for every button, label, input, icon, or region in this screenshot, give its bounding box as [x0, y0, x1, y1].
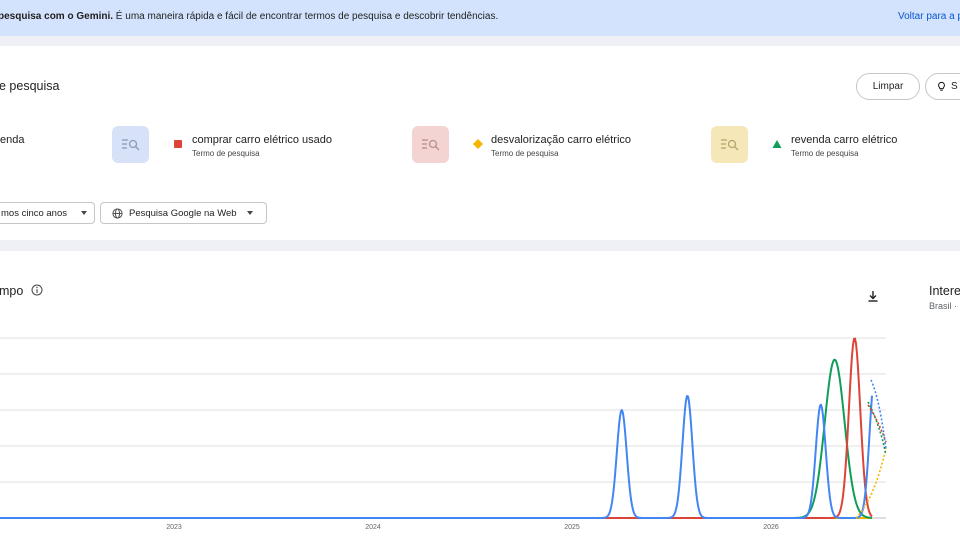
lightbulb-icon — [938, 81, 945, 91]
interest-chart: 2023 2024 2025 2026 — [0, 337, 887, 531]
term-type: Termo de pesquisa — [791, 149, 859, 158]
green-triangle-icon — [772, 140, 782, 148]
term-type: Termo de pesquisa — [192, 149, 260, 158]
series-line-1 — [0, 337, 873, 519]
download-icon[interactable] — [866, 289, 880, 303]
series-line-0 — [0, 395, 873, 519]
x-tick-label: 2024 — [365, 524, 381, 531]
search-list-icon — [122, 139, 140, 151]
search-list-icon — [422, 139, 440, 151]
x-tick-label: 2025 — [564, 524, 580, 531]
search-list-icon — [721, 139, 739, 151]
region-label: Brasil · — [929, 301, 958, 311]
term-label: revenda carro elétrico — [791, 134, 898, 146]
term-card-1[interactable]: enda — [0, 119, 158, 172]
red-square-icon — [174, 140, 182, 148]
term-label: desvalorização carro elétrico — [491, 134, 632, 146]
interest-by-region-title: Intere — [929, 284, 960, 298]
term-label: enda — [0, 134, 25, 146]
clear-button[interactable]: Limpar — [856, 73, 920, 100]
term-card-2[interactable]: comprar carro elétrico usado Termo de pe… — [165, 119, 458, 172]
suggest-label: S — [951, 81, 958, 92]
banner-text: pesquisa com o Gemini. É uma maneira ráp… — [0, 11, 499, 22]
x-tick-label: 2023 — [166, 524, 182, 531]
compare-title: e pesquisa — [0, 79, 60, 93]
explore-term-button[interactable] — [711, 126, 748, 163]
search-source-select[interactable]: Pesquisa Google na Web — [100, 202, 267, 224]
series-tail-yellow — [855, 447, 887, 519]
series-tail-blue — [870, 379, 887, 451]
dropdown-caret-icon — [81, 211, 88, 215]
time-range-value: mos cinco anos — [1, 207, 68, 219]
yellow-diamond-icon — [473, 139, 483, 149]
term-card-4[interactable]: revenda carro elétrico Termo de pesquisa — [764, 119, 960, 172]
dropdown-caret-icon — [246, 211, 253, 215]
suggest-button[interactable]: S — [925, 73, 960, 100]
search-source-value: Pesquisa Google na Web — [129, 207, 237, 219]
x-tick-label: 2026 — [763, 524, 779, 531]
time-range-select[interactable]: mos cinco anos — [0, 202, 95, 224]
globe-icon — [112, 207, 123, 219]
series-line-3 — [0, 358, 873, 519]
explore-term-button[interactable] — [112, 126, 149, 163]
term-label: comprar carro elétrico usado — [192, 134, 333, 146]
chart-title: mpo — [0, 284, 24, 298]
banner-link[interactable]: Voltar para a p — [898, 11, 960, 22]
term-type: Termo de pesquisa — [491, 149, 559, 158]
gemini-banner: pesquisa com o Gemini. É uma maneira ráp… — [0, 0, 960, 36]
info-icon[interactable] — [31, 284, 43, 296]
term-card-3[interactable]: desvalorização carro elétrico Termo de p… — [464, 119, 757, 172]
explore-term-button[interactable] — [412, 126, 449, 163]
